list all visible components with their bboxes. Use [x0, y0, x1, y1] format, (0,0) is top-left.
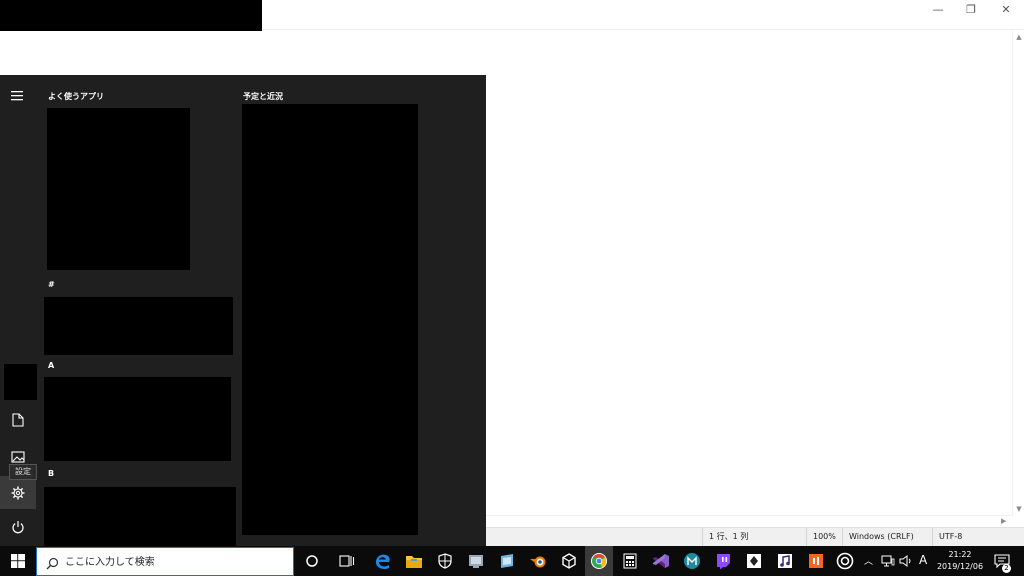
maximize-button[interactable]: ❐: [954, 0, 988, 18]
redacted-frequent-apps: [47, 108, 190, 270]
power-icon: [12, 521, 24, 534]
scroll-up-icon[interactable]: ▲: [1015, 33, 1023, 41]
hamburger-icon: [11, 91, 23, 101]
user-avatar[interactable]: [4, 364, 37, 400]
clock-time: 21:22: [948, 550, 972, 559]
app-icon: [684, 553, 700, 569]
twitch-button[interactable]: [709, 546, 737, 576]
twitch-icon: [717, 553, 730, 569]
start-button[interactable]: [0, 546, 36, 576]
search-icon: [46, 555, 59, 574]
file-explorer-button[interactable]: [400, 546, 428, 576]
settings-icon-wrap[interactable]: [0, 475, 36, 511]
settings-tooltip: 設定: [9, 464, 37, 480]
clock-date: 2019/12/06: [936, 562, 984, 571]
windows-logo-icon: [11, 554, 25, 568]
calculator-icon: [623, 553, 637, 569]
edge-icon: [375, 554, 390, 570]
show-hidden-icons-chevron-icon[interactable]: ︿: [864, 554, 873, 567]
network-button[interactable]: [879, 546, 897, 576]
cortana-button[interactable]: [298, 546, 326, 576]
blender-button[interactable]: [524, 546, 552, 576]
app-icon: [501, 554, 513, 568]
cursor-position: 1 行、1 列: [702, 528, 806, 547]
scroll-down-icon[interactable]: ▼: [1015, 505, 1023, 513]
vertical-scrollbar[interactable]: ▲ ▼: [1012, 31, 1024, 516]
start-rail: 設定: [0, 75, 37, 546]
taskbar-clock[interactable]: 21:22 2019/12/06: [932, 547, 988, 576]
taskbar-app-button[interactable]: [493, 546, 521, 576]
task-view-button[interactable]: [333, 546, 361, 576]
hamburger-menu-button[interactable]: [0, 78, 36, 114]
network-icon: [881, 555, 895, 567]
taskbar-app-button[interactable]: [462, 546, 490, 576]
group-header-b[interactable]: B: [48, 469, 54, 478]
edge-button[interactable]: [369, 546, 397, 576]
cortana-icon: [306, 555, 318, 567]
close-button[interactable]: ✕: [989, 0, 1023, 18]
volume-button[interactable]: [897, 546, 915, 576]
group-header-hash[interactable]: #: [48, 280, 55, 289]
redacted-app-list-hash: [44, 297, 233, 355]
frequent-apps-heading: よく使うアプリ: [48, 92, 104, 101]
zoom-level: 100%: [806, 528, 842, 547]
group-header-a[interactable]: A: [48, 361, 54, 370]
documents-button[interactable]: [0, 402, 36, 438]
blender-icon: [530, 556, 546, 568]
gear-icon: [11, 486, 25, 500]
app-icon: [778, 554, 792, 568]
redacted-app-list-b: [44, 487, 236, 546]
calculator-button[interactable]: [616, 546, 644, 576]
chrome-button[interactable]: [585, 546, 613, 576]
action-center-button[interactable]: [990, 546, 1014, 576]
power-button[interactable]: [0, 509, 36, 545]
chrome-icon: [591, 553, 607, 569]
picture-icon: [11, 451, 25, 463]
scroll-right-icon[interactable]: ▶: [1001, 517, 1006, 525]
unity-button[interactable]: [555, 546, 583, 576]
start-menu: 設定 よく使うアプリ 予定と近況 # A B: [0, 75, 486, 546]
minimize-button[interactable]: —: [921, 0, 955, 18]
security-button[interactable]: [431, 546, 459, 576]
redacted-live-tiles: [242, 104, 418, 535]
app-icon: [469, 555, 483, 568]
taskbar-app-button[interactable]: [833, 546, 857, 576]
encoding: UTF-8: [932, 528, 1024, 547]
taskbar-app-button[interactable]: [678, 546, 706, 576]
app-icon: [836, 552, 854, 570]
file-explorer-icon: [406, 555, 422, 568]
task-view-icon: [339, 555, 355, 567]
redacted-app-list-a: [44, 377, 231, 461]
speaker-icon: [899, 555, 911, 567]
notification-count-badge: 2: [1002, 564, 1011, 573]
document-icon: [12, 413, 24, 427]
security-icon: [438, 553, 452, 569]
line-ending: Windows (CRLF): [842, 528, 932, 547]
app-icon: [747, 554, 761, 568]
ime-mode-indicator[interactable]: A: [919, 553, 927, 567]
search-input[interactable]: [65, 553, 285, 571]
visual-studio-button[interactable]: [647, 546, 675, 576]
taskbar-app-button[interactable]: [771, 546, 799, 576]
unity-icon: [562, 553, 576, 569]
taskbar-search-box[interactable]: [36, 547, 294, 576]
visual-studio-icon: [653, 554, 669, 568]
app-icon: [809, 554, 823, 568]
taskbar-app-button[interactable]: [740, 546, 768, 576]
taskbar-app-button[interactable]: [802, 546, 830, 576]
schedule-heading: 予定と近況: [243, 92, 283, 101]
